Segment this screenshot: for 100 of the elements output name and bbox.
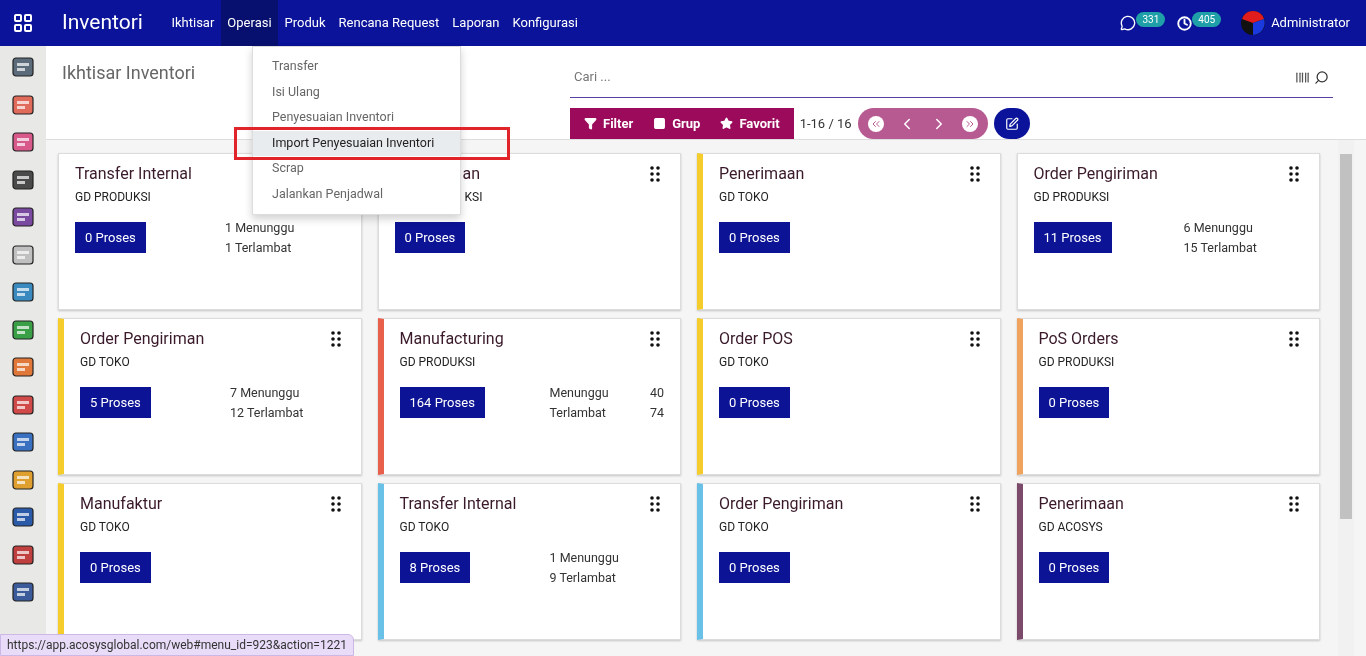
warehouse-label: GD PRODUKSI [399, 354, 477, 371]
search-icon[interactable] [1314, 69, 1329, 85]
app-icon[interactable] [11, 92, 35, 117]
process-button[interactable]: 0 Proses [75, 222, 146, 253]
nav-menu-item[interactable]: Rencana Request [332, 0, 446, 46]
card-title: Manufaktur [80, 493, 163, 515]
stat-link[interactable]: 12 Terlambat [230, 403, 349, 423]
process-button[interactable]: 164 Proses [399, 387, 485, 418]
app-icon[interactable] [11, 542, 35, 567]
process-button[interactable]: 0 Proses [1038, 387, 1110, 418]
warehouse-label: GD TOKO [719, 354, 770, 371]
drag-handle-icon[interactable] [969, 166, 980, 182]
activity-count-badge: 405 [1192, 11, 1222, 27]
nav-menu-item[interactable]: Konfigurasi [506, 0, 585, 46]
warehouse-label: KSI [463, 189, 483, 206]
stat-label[interactable]: Menunggu [549, 383, 609, 403]
app-icon[interactable] [11, 280, 35, 304]
drag-handle-icon[interactable] [650, 331, 660, 347]
stat-link[interactable]: 1 Menunggu [225, 218, 349, 238]
filter-toolbar-button[interactable]: Grup [643, 113, 711, 134]
card-title: Order Pengiriman [1033, 163, 1158, 185]
process-button[interactable]: 8 Proses [399, 552, 471, 583]
stat-link[interactable]: 7 Menunggu [230, 383, 349, 403]
app-icon[interactable] [11, 580, 35, 604]
drag-handle-icon[interactable] [330, 496, 341, 512]
process-button[interactable]: 5 Proses [80, 387, 151, 418]
card-title: Penerimaan [719, 163, 805, 185]
chat-icon[interactable] [1120, 15, 1137, 31]
barcode-icon[interactable] [1295, 69, 1310, 85]
status-url: https://app.acosysglobal.com/web#menu_id=923&action=1221 [0, 634, 354, 656]
search-input[interactable]: Cari ... [574, 67, 1295, 87]
drag-handle-icon[interactable] [969, 331, 980, 347]
dropdown-item[interactable]: Penyesuaian Inventori [253, 105, 460, 131]
process-button[interactable]: 0 Proses [719, 552, 790, 583]
app-icon[interactable] [11, 430, 35, 454]
process-button[interactable]: 0 Proses [394, 222, 466, 253]
dropdown-item[interactable]: Jalankan Penjadwal [253, 181, 460, 207]
dropdown-item[interactable]: Transfer [253, 54, 460, 80]
message-count-badge: 331 [1136, 11, 1166, 27]
stat-link[interactable]: 6 Menunggu [1183, 218, 1307, 238]
app-menu-icon[interactable] [14, 14, 32, 32]
dropdown-item[interactable]: Scrap [253, 156, 460, 182]
drag-handle-icon[interactable] [1289, 496, 1299, 512]
app-icon[interactable] [11, 392, 35, 417]
star-icon [720, 117, 734, 130]
nav-menu-item[interactable]: Produk [278, 0, 333, 46]
app-icon[interactable] [11, 317, 35, 342]
stat-link[interactable]: 15 Terlambat [1183, 238, 1307, 258]
scrollbar-thumb[interactable] [1340, 154, 1352, 519]
last-page-icon[interactable] [961, 115, 978, 132]
filter-toolbar-button[interactable]: Favorit [710, 113, 790, 134]
process-button[interactable]: 0 Proses [80, 552, 151, 583]
nav-menu-item[interactable]: Operasi [220, 0, 279, 46]
app-icon[interactable] [11, 355, 35, 379]
warehouse-label: GD TOKO [399, 519, 451, 536]
card-title: Penerimaan [1038, 493, 1124, 515]
warehouse-label: GD TOKO [80, 354, 131, 371]
nav-menu-item[interactable]: Laporan [445, 0, 506, 46]
dropdown-item[interactable]: Import Penyesuaian Inventori [253, 130, 460, 156]
edit-button[interactable] [993, 108, 1030, 139]
first-page-icon[interactable] [867, 115, 884, 132]
filter-toolbar-button[interactable]: Filter [574, 113, 644, 134]
avatar-icon[interactable] [1241, 11, 1266, 35]
stat-value: 74 [649, 404, 664, 422]
dropdown-item[interactable]: Isi Ulang [253, 79, 460, 105]
app-icon[interactable] [11, 467, 35, 492]
card-title: Order Pengiriman [80, 328, 205, 350]
process-button[interactable]: 0 Proses [719, 387, 790, 418]
warehouse-label: GD TOKO [719, 519, 770, 536]
clock-icon[interactable] [1177, 15, 1193, 31]
card-title: Transfer Internal [399, 493, 517, 515]
drag-handle-icon[interactable] [1289, 166, 1299, 182]
process-button[interactable]: 0 Proses [1038, 552, 1110, 583]
process-button[interactable]: 0 Proses [719, 222, 790, 253]
drag-handle-icon[interactable] [650, 166, 660, 182]
stat-label[interactable]: Terlambat [549, 403, 606, 423]
user-name[interactable]: Administrator [1271, 13, 1350, 33]
search-field[interactable]: Cari ... [570, 57, 1333, 98]
pager-value: 1-16 / 16 [799, 114, 852, 133]
nav-menu-item[interactable]: Ikhtisar [164, 0, 221, 46]
app-title: Inventori [62, 9, 143, 37]
process-button[interactable]: 11 Proses [1033, 222, 1112, 253]
drag-handle-icon[interactable] [330, 331, 341, 347]
warehouse-label: GD PRODUKSI [1038, 354, 1116, 371]
warehouse-label: GD TOKO [719, 189, 770, 206]
app-icon[interactable] [11, 205, 35, 229]
stat-link[interactable]: 1 Terlambat [225, 238, 349, 258]
warehouse-label: GD TOKO [80, 519, 131, 536]
app-icon[interactable] [11, 130, 35, 154]
app-icon[interactable] [11, 242, 35, 267]
app-icon[interactable] [11, 505, 35, 529]
card-title: PoS Orders [1038, 328, 1119, 350]
stat-link[interactable]: 9 Terlambat [549, 568, 668, 588]
drag-handle-icon[interactable] [650, 496, 660, 512]
app-icon[interactable] [11, 167, 35, 192]
drag-handle-icon[interactable] [1289, 331, 1299, 347]
stat-link[interactable]: 1 Menunggu [549, 548, 668, 568]
card-title: Manufacturing [399, 328, 504, 350]
app-icon[interactable] [11, 55, 35, 79]
drag-handle-icon[interactable] [969, 496, 980, 512]
